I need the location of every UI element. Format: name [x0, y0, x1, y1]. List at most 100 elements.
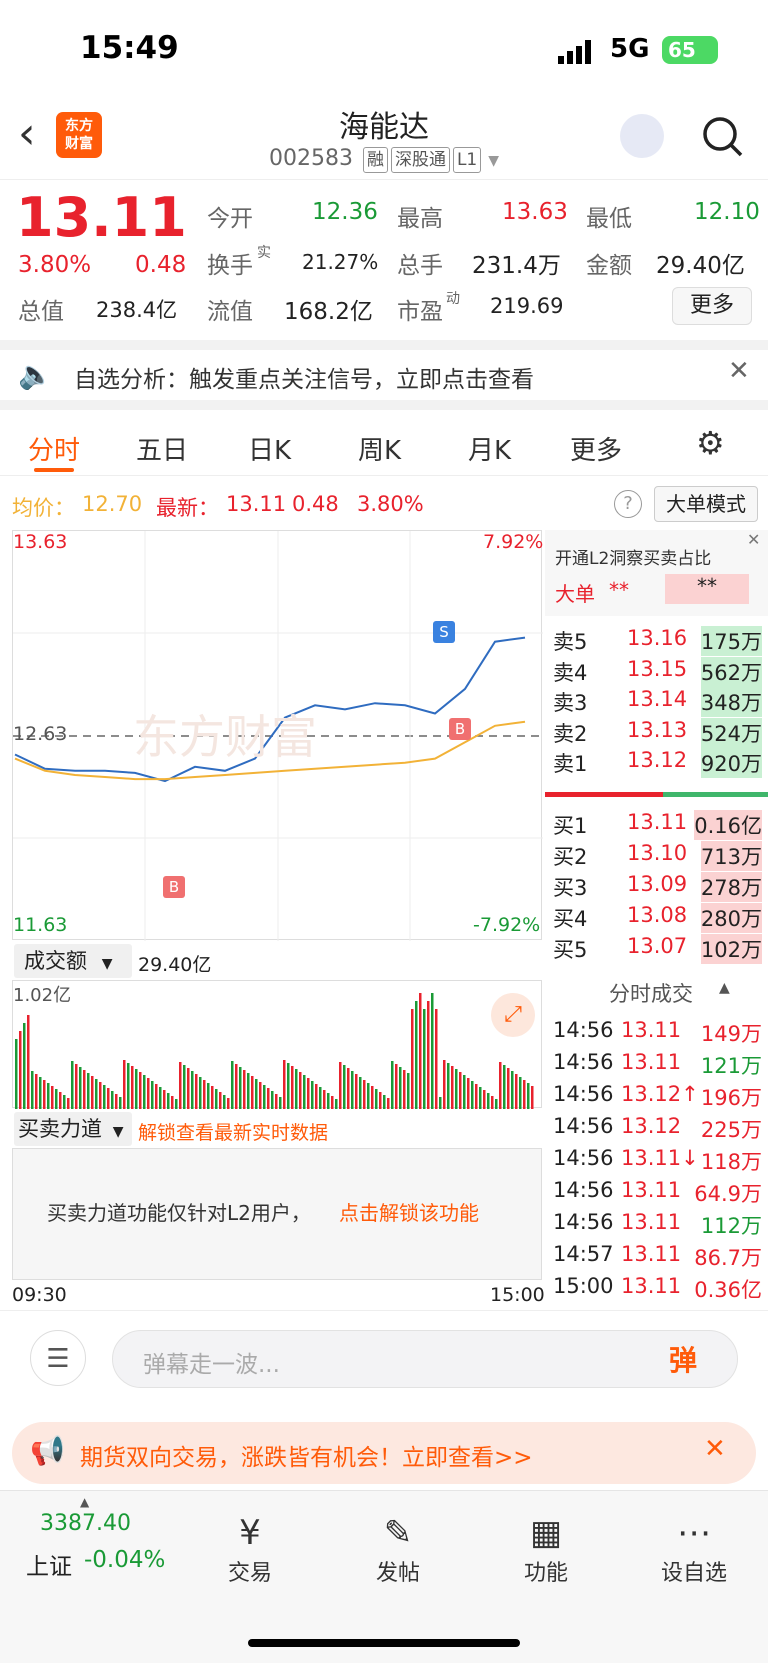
volume-selector[interactable]: 成交额 ▼ [14, 944, 132, 978]
volume-bar [107, 1088, 110, 1109]
volume-bar [43, 1080, 46, 1109]
sell-level-price: 13.12 [627, 748, 688, 772]
nav-post[interactable]: ✎ 发帖 [338, 1511, 458, 1587]
tick-time: 15:00 [553, 1274, 614, 1298]
current-price: 13.11 [16, 186, 187, 249]
index-value[interactable]: 3387.40 [40, 1511, 131, 1536]
volume-bar [171, 1096, 174, 1109]
tick-time: 14:56 [553, 1114, 614, 1138]
robot-avatar-icon[interactable] [620, 114, 664, 158]
high-label: 最高 [397, 206, 443, 232]
danmu-button[interactable]: 弹 [669, 1339, 697, 1379]
volume-bar [39, 1077, 42, 1109]
tab-day-k[interactable]: 日K [248, 430, 291, 467]
intraday-chart[interactable]: 东方财富 13.63 12.63 11.63 7.92% -7.92% S B … [12, 530, 543, 941]
open-value: 12.36 [312, 199, 378, 225]
tick-price: 13.11 [621, 1274, 682, 1298]
tick-volume: 112万 [700, 1214, 762, 1238]
latest-label: 最新： [156, 496, 219, 520]
comment-input[interactable]: 弹幕走一波... 弹 [112, 1330, 738, 1388]
volume-bar [467, 1078, 470, 1109]
close-icon[interactable]: ✕ [728, 356, 750, 386]
search-icon[interactable] [700, 114, 744, 158]
buy-marker[interactable]: B [449, 718, 471, 740]
volume-bar [27, 1015, 30, 1109]
volume-bar [219, 1092, 222, 1109]
sell-level-label: 卖5 [553, 630, 588, 654]
high-value: 13.63 [502, 199, 568, 225]
volume-bar [491, 1096, 494, 1109]
volume-bar [279, 1097, 282, 1109]
sell-level-volume: 920万 [700, 748, 762, 778]
tab-more[interactable]: 更多 [570, 430, 622, 467]
ad-banner[interactable]: 📢 期货双向交易，涨跌皆有机会！立即查看>> ✕ [12, 1422, 756, 1484]
battery-icon: 65 [662, 36, 718, 64]
volume-bar [195, 1074, 198, 1109]
buy-level-price: 13.09 [627, 872, 688, 896]
volume-bar [255, 1079, 258, 1109]
volume-bar [383, 1095, 386, 1109]
pe-value: 219.69 [490, 294, 564, 318]
volume-bar [99, 1082, 102, 1109]
force-unlock[interactable]: 解锁查看最新实时数据 [138, 1118, 328, 1145]
barrage-settings-icon[interactable]: ☰ [30, 1330, 86, 1386]
avg-value: 12.70 [82, 492, 143, 516]
expand-up-icon[interactable]: ▲ [80, 1495, 89, 1509]
ticks-title[interactable]: 分时成交 [609, 978, 693, 1008]
sell-level-label: 卖1 [553, 752, 588, 776]
volume-bar [47, 1083, 50, 1109]
force-selector[interactable]: 买卖力道 ▼ [14, 1112, 132, 1146]
volume-bar [127, 1063, 130, 1109]
buy-level-row: 买1 13.11 0.16亿 [545, 810, 768, 842]
sell-marker[interactable]: S [433, 621, 455, 643]
volume-bar [287, 1063, 290, 1109]
volume-bar [523, 1080, 526, 1109]
sell-level-row: 卖5 13.16 175万 [545, 626, 768, 658]
volume-bar [115, 1094, 118, 1109]
tab-week-k[interactable]: 周K [358, 430, 401, 467]
volume-label: 总手 [397, 253, 443, 279]
l2-header[interactable]: 开通L2洞察买卖占比 [555, 544, 711, 569]
settings-icon[interactable]: ⚙ [696, 424, 725, 462]
volume-bar [247, 1073, 250, 1109]
tab-month-k[interactable]: 月K [468, 430, 511, 467]
close-icon[interactable]: ✕ [747, 530, 760, 549]
volume-bar [427, 1001, 430, 1109]
comment-placeholder: 弹幕走一波... [143, 1352, 280, 1378]
volume-bar [335, 1099, 338, 1109]
nav-watchlist[interactable]: ⋯ 设自选 [634, 1511, 754, 1587]
turnover-label: 换手 [207, 253, 253, 279]
tab-intraday[interactable]: 分时 [28, 430, 80, 467]
buy-level-label: 买3 [553, 876, 588, 900]
help-icon[interactable]: ? [614, 490, 642, 518]
force-link[interactable]: 点击解锁该功能 [339, 1197, 479, 1226]
volume-bar [331, 1096, 334, 1109]
sell-level-row: 卖1 13.12 920万 [545, 748, 768, 780]
more-button[interactable]: 更多 [672, 287, 752, 325]
dropdown-icon: ▼ [101, 956, 113, 972]
sell-level-label: 卖3 [553, 691, 588, 715]
tag-margin: 融 [362, 147, 388, 173]
volume-bar [71, 1061, 74, 1109]
tab-five-day[interactable]: 五日 [136, 430, 188, 467]
buy-level-volume: 280万 [700, 903, 762, 933]
tick-price: 13.11 [621, 1242, 682, 1266]
nav-functions[interactable]: ▦ 功能 [486, 1511, 606, 1587]
volume-bar [527, 1083, 530, 1109]
buy-marker-2[interactable]: B [163, 876, 185, 898]
dropdown-icon: ▼ [488, 153, 500, 169]
tick-price: 13.12 [621, 1114, 682, 1138]
volume-bar [367, 1083, 370, 1109]
big-order-mode-button[interactable]: 大单模式 [654, 486, 758, 522]
volume-bar [327, 1093, 330, 1109]
chart-bottom-price: 11.63 [13, 914, 68, 936]
grid-icon: ▦ [529, 1513, 563, 1553]
float-label: 流值 [207, 299, 253, 325]
close-icon[interactable]: ✕ [704, 1434, 726, 1464]
expand-icon[interactable]: ⤢ [491, 993, 535, 1037]
low-label: 最低 [586, 206, 632, 232]
volume-bar [183, 1065, 186, 1109]
nav-trade[interactable]: ¥ 交易 [190, 1511, 310, 1587]
volume-bar [187, 1068, 190, 1109]
change-value: 0.48 [135, 252, 187, 278]
